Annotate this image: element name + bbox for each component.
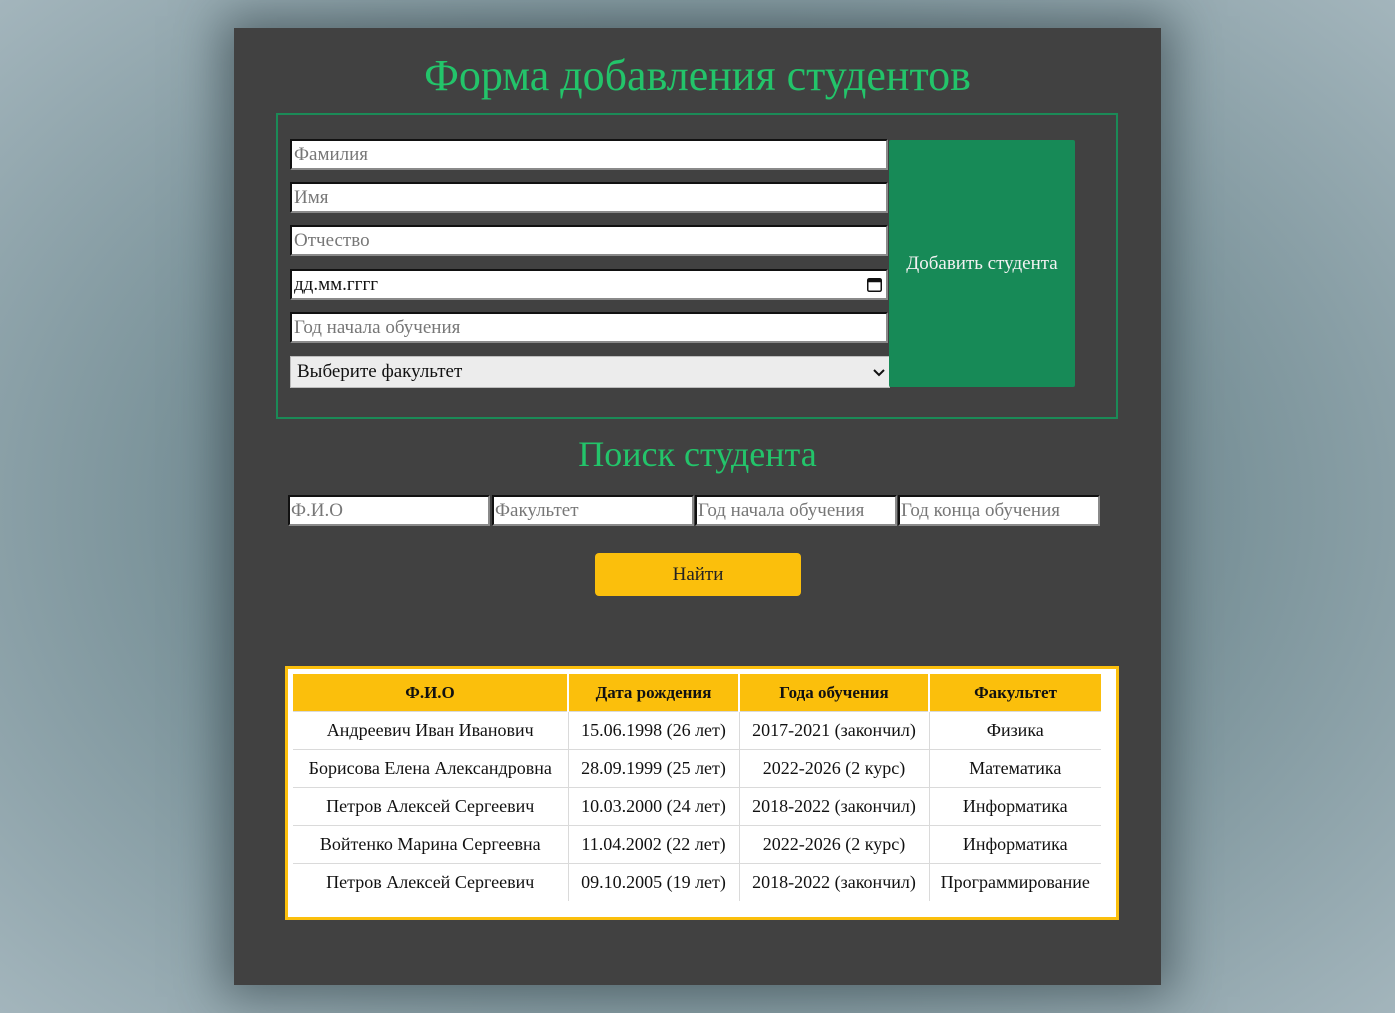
calendar-icon[interactable] [867,277,882,292]
cell-faculty: Физика [929,711,1101,750]
name-input[interactable] [290,182,888,213]
cell-faculty: Программирование [929,863,1101,901]
column-header-fio: Ф.И.О [293,674,569,712]
search-title: Поиск студента [578,434,817,474]
table-row: Андреевич Иван Иванович 15.06.1998 (26 л… [293,711,1101,750]
table-row: Петров Алексей Сергеевич 09.10.2005 (19 … [293,863,1101,901]
cell-birthdate: 10.03.2000 (24 лет) [568,787,740,826]
chevron-down-icon [873,361,885,383]
column-header-years: Года обучения [739,674,930,712]
main-panel: Форма добавления студентов дд.мм.гггг Вы… [234,28,1161,985]
search-faculty-input[interactable] [492,495,694,526]
cell-fio: Андреевич Иван Иванович [293,711,569,750]
cell-birthdate: 28.09.1999 (25 лет) [568,749,740,788]
birthdate-placeholder: дд.мм.гггг [294,273,379,295]
search-fio-input[interactable] [288,495,490,526]
cell-faculty: Информатика [929,825,1101,864]
patronymic-input[interactable] [290,225,888,256]
cell-birthdate: 11.04.2002 (22 лет) [568,825,740,864]
faculty-select[interactable]: Выберите факультет [290,356,890,388]
cell-years: 2017-2021 (закончил) [739,711,930,750]
search-filters [288,495,1102,527]
add-form-title: Форма добавления студентов [424,51,971,100]
start-year-input[interactable] [290,312,888,343]
cell-years: 2018-2022 (закончил) [739,863,930,901]
students-table-container: Ф.И.О Дата рождения Года обучения Факуль… [285,666,1119,920]
faculty-select-value: Выберите факультет [297,361,463,382]
students-table: Ф.И.О Дата рождения Года обучения Факуль… [293,674,1101,901]
cell-faculty: Информатика [929,787,1101,826]
find-button[interactable]: Найти [595,553,801,596]
cell-fio: Войтенко Марина Сергеевна [293,825,569,864]
add-student-button[interactable]: Добавить студента [889,140,1075,387]
cell-birthdate: 09.10.2005 (19 лет) [568,863,740,901]
birthdate-input[interactable]: дд.мм.гггг [290,269,888,300]
cell-fio: Борисова Елена Александровна [293,749,569,788]
table-row: Петров Алексей Сергеевич 10.03.2000 (24 … [293,787,1101,826]
surname-input[interactable] [290,139,888,170]
table-row: Борисова Елена Александровна 28.09.1999 … [293,749,1101,788]
table-row: Войтенко Марина Сергеевна 11.04.2002 (22… [293,825,1101,864]
search-end-year-input[interactable] [898,495,1100,526]
cell-birthdate: 15.06.1998 (26 лет) [568,711,740,750]
table-header-row: Ф.И.О Дата рождения Года обучения Факуль… [293,674,1101,712]
search-start-year-input[interactable] [695,495,897,526]
add-student-form: дд.мм.гггг Выберите факультет Добавить с… [276,113,1118,419]
cell-years: 2018-2022 (закончил) [739,787,930,826]
cell-fio: Петров Алексей Сергеевич [293,863,569,901]
column-header-birthdate: Дата рождения [568,674,740,712]
cell-years: 2022-2026 (2 курс) [739,825,930,864]
cell-faculty: Математика [929,749,1101,788]
column-header-faculty: Факультет [929,674,1101,712]
cell-fio: Петров Алексей Сергеевич [293,787,569,826]
cell-years: 2022-2026 (2 курс) [739,749,930,788]
